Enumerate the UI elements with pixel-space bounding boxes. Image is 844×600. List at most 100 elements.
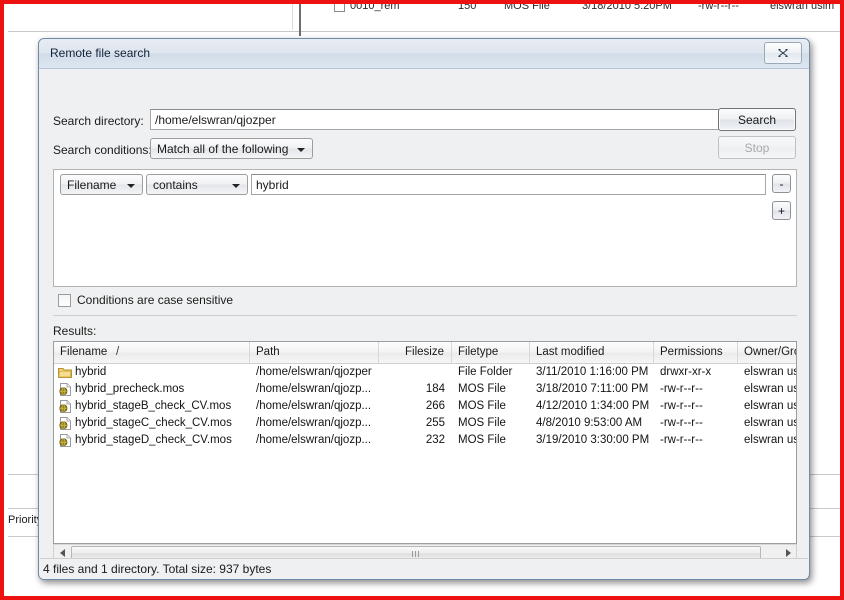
cell-filename: hybrid_stageB_check_CV.mos bbox=[75, 400, 232, 412]
folder-icon bbox=[58, 366, 72, 379]
search-button[interactable]: Search bbox=[718, 108, 796, 131]
search-directory-input[interactable] bbox=[150, 109, 720, 130]
cell-path: /home/elswran/qjozp... bbox=[256, 400, 372, 412]
column-header-last-modified[interactable]: Last modified bbox=[530, 342, 654, 363]
mos-file-icon bbox=[58, 383, 72, 396]
column-header-filename[interactable]: Filename / bbox=[54, 342, 250, 363]
cell-owner: elswran us bbox=[744, 383, 797, 395]
background-file-list-panel bbox=[8, 13, 840, 32]
condition-value-input[interactable] bbox=[251, 174, 766, 195]
column-header-filesize[interactable]: Filesize bbox=[379, 342, 452, 363]
results-list: Filename / Path Filesize Filetype Last m… bbox=[53, 341, 797, 544]
cell-filetype: MOS File bbox=[458, 400, 506, 412]
column-header-filesize-label: Filesize bbox=[405, 346, 444, 358]
stop-button: Stop bbox=[718, 136, 796, 159]
scrollbar-grip-icon bbox=[412, 551, 420, 557]
cell-permissions: -rw-r--r-- bbox=[660, 434, 703, 446]
cell-filename: hybrid_stageC_check_CV.mos bbox=[75, 417, 232, 429]
cell-owner: elswran us bbox=[744, 366, 797, 378]
table-row[interactable]: hybrid_stageB_check_CV.mos/home/elswran/… bbox=[54, 398, 796, 415]
dialog-titlebar[interactable]: Remote file search bbox=[39, 39, 809, 69]
results-rows: hybrid/home/elswran/qjozper File Folder 3/… bbox=[54, 364, 796, 449]
column-header-last-modified-label: Last modified bbox=[536, 346, 605, 358]
cell-filename: hybrid_stageD_check_CV.mos bbox=[75, 434, 232, 446]
column-header-owner-group-label: Owner/Gro bbox=[744, 346, 797, 358]
cell-filetype: MOS File bbox=[458, 383, 506, 395]
background-row-permissions: -rw-r--r-- bbox=[698, 4, 739, 12]
dialog-title: Remote file search bbox=[50, 46, 151, 60]
cell-path: /home/elswran/qjozp... bbox=[256, 417, 372, 429]
chevron-down-icon bbox=[232, 184, 240, 188]
cell-path: /home/elswran/qjozp... bbox=[256, 383, 372, 395]
column-header-owner-group[interactable]: Owner/Gro bbox=[738, 342, 797, 363]
search-directory-label: Search directory: bbox=[53, 114, 144, 128]
column-header-path-label: Path bbox=[256, 346, 280, 358]
cell-permissions: drwxr-xr-x bbox=[660, 366, 712, 378]
cell-filename: hybrid_precheck.mos bbox=[75, 383, 185, 395]
condition-field-value: Filename bbox=[67, 178, 117, 192]
cell-filesize: 266 bbox=[425, 400, 445, 412]
column-header-filetype-label: Filetype bbox=[458, 346, 499, 358]
mos-file-icon bbox=[58, 400, 72, 413]
cell-permissions: -rw-r--r-- bbox=[660, 383, 703, 395]
case-sensitive-checkbox[interactable]: Conditions are case sensitive bbox=[58, 293, 233, 307]
search-conditions-select[interactable]: Match all of the following bbox=[150, 138, 313, 159]
cell-filesize bbox=[379, 364, 445, 381]
mos-file-icon bbox=[58, 417, 72, 430]
condition-operator-value: contains bbox=[153, 178, 198, 192]
background-row-filetype: MOS File bbox=[504, 4, 550, 12]
cell-filetype: File Folder bbox=[458, 366, 513, 378]
add-condition-button[interactable]: + bbox=[772, 201, 791, 220]
results-header-row: Filename / Path Filesize Filetype Last m… bbox=[54, 342, 796, 364]
cell-owner: elswran us bbox=[744, 417, 797, 429]
background-row-filename: 0010_rem bbox=[350, 4, 400, 12]
remote-file-search-dialog: Remote file search Search directory: /ho… bbox=[38, 38, 810, 580]
cell-modified: 3/18/2010 7:11:00 PM bbox=[536, 383, 649, 395]
column-header-path[interactable]: Path bbox=[250, 342, 379, 363]
mos-file-icon bbox=[58, 434, 72, 447]
search-conditions-value: Match all of the following bbox=[157, 142, 289, 156]
dialog-client-area: Search directory: Search Search conditio… bbox=[40, 69, 808, 579]
table-row[interactable]: hybrid_stageC_check_CV.mos/home/elswran/… bbox=[54, 415, 796, 432]
chevron-down-icon bbox=[297, 148, 305, 152]
cell-filetype: MOS File bbox=[458, 434, 506, 446]
checkbox-box-icon bbox=[58, 293, 71, 307]
table-row[interactable]: hybrid/home/elswran/qjozper File Folder 3/… bbox=[54, 364, 796, 381]
background-row-checkbox[interactable] bbox=[334, 4, 345, 12]
dialog-statusbar: 4 files and 1 directory. Total size: 937… bbox=[40, 558, 808, 579]
cell-modified: 4/12/2010 1:34:00 PM bbox=[536, 400, 650, 412]
column-header-filetype[interactable]: Filetype bbox=[452, 342, 530, 363]
cell-filesize: 184 bbox=[425, 383, 445, 395]
cell-modified: 4/8/2010 9:53:00 AM bbox=[536, 417, 643, 429]
sort-indicator-icon: / bbox=[116, 346, 120, 358]
column-header-permissions-label: Permissions bbox=[660, 346, 723, 358]
background-row-owner: elswran uslm bbox=[770, 4, 835, 12]
condition-operator-select[interactable]: contains bbox=[146, 174, 248, 195]
column-header-filename-label: Filename bbox=[60, 346, 108, 358]
case-sensitive-label: Conditions are case sensitive bbox=[77, 293, 234, 307]
cell-filename: hybrid bbox=[75, 366, 107, 378]
column-header-permissions[interactable]: Permissions bbox=[654, 342, 738, 363]
close-icon[interactable] bbox=[764, 42, 802, 64]
cell-permissions: -rw-r--r-- bbox=[660, 400, 703, 412]
cell-filetype: MOS File bbox=[458, 417, 506, 429]
cell-modified: 3/11/2010 1:16:00 PM bbox=[536, 366, 649, 378]
remove-condition-button[interactable]: - bbox=[772, 174, 791, 193]
condition-field-select[interactable]: Filename bbox=[60, 174, 143, 195]
chevron-down-icon bbox=[127, 184, 135, 188]
background-column-divider bbox=[299, 4, 301, 36]
status-text: 4 files and 1 directory. Total size: 937… bbox=[43, 562, 272, 576]
background-clipped-file-row[interactable]: 0010_rem 150 MOS File 3/18/2010 5:20PM -… bbox=[334, 4, 840, 13]
search-conditions-label: Search conditions: bbox=[53, 143, 152, 157]
section-divider bbox=[53, 315, 797, 316]
table-row[interactable]: hybrid_precheck.mos/home/elswran/qjozp..… bbox=[54, 381, 796, 398]
table-row[interactable]: hybrid_stageD_check_CV.mos/home/elswran/… bbox=[54, 432, 796, 449]
cell-modified: 3/19/2010 3:30:00 PM bbox=[536, 434, 650, 446]
screenshot-root: 0010_rem 150 MOS File 3/18/2010 5:20PM -… bbox=[0, 0, 844, 600]
cell-owner: elswran us bbox=[744, 400, 797, 412]
cell-filesize: 255 bbox=[425, 417, 445, 429]
background-row-modified: 3/18/2010 5:20PM bbox=[582, 4, 672, 12]
cell-owner: elswran us bbox=[744, 434, 797, 446]
cell-path: /home/elswran/qjozp... bbox=[256, 434, 372, 446]
background-column-divider-light bbox=[292, 4, 293, 30]
